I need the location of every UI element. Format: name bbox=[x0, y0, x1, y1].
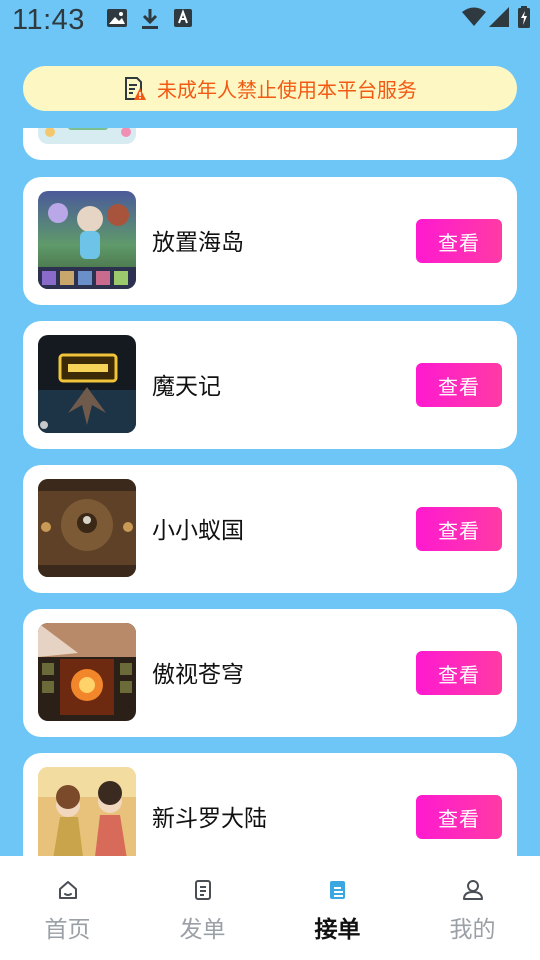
game-thumbnail bbox=[38, 191, 136, 289]
order-doc-icon bbox=[193, 878, 213, 902]
game-card-partial[interactable] bbox=[23, 128, 517, 160]
battery-icon bbox=[518, 6, 530, 32]
game-list[interactable]: 放置海岛 查看 魔天记 查看 小小蚁国 查看 傲视苍穹 查看 新斗罗大陆 查看 bbox=[0, 128, 540, 856]
image-icon bbox=[106, 8, 128, 32]
minor-warning-banner: 未成年人禁止使用本平台服务 bbox=[23, 66, 517, 111]
tab-mine[interactable]: 我的 bbox=[405, 856, 540, 960]
tab-home[interactable]: 首页 bbox=[0, 856, 135, 960]
game-card[interactable]: 小小蚁国 查看 bbox=[23, 465, 517, 593]
game-thumbnail bbox=[38, 335, 136, 433]
view-button[interactable]: 查看 bbox=[416, 795, 502, 839]
tab-label: 接单 bbox=[314, 917, 361, 943]
tab-label: 我的 bbox=[449, 917, 496, 943]
home-icon bbox=[57, 878, 79, 902]
game-card[interactable]: 放置海岛 查看 bbox=[23, 177, 517, 305]
game-name: 傲视苍穹 bbox=[152, 662, 244, 688]
view-button[interactable]: 查看 bbox=[416, 651, 502, 695]
status-bar: 11:43 bbox=[0, 0, 540, 44]
game-name: 小小蚁国 bbox=[152, 518, 244, 544]
game-thumbnail bbox=[38, 128, 136, 144]
status-time: 11:43 bbox=[12, 4, 85, 36]
game-card[interactable]: 新斗罗大陆 查看 bbox=[23, 753, 517, 856]
view-button[interactable]: 查看 bbox=[416, 363, 502, 407]
tab-post-order[interactable]: 发单 bbox=[135, 856, 270, 960]
game-name: 新斗罗大陆 bbox=[152, 806, 267, 832]
receive-order-icon bbox=[328, 878, 348, 902]
game-name: 魔天记 bbox=[152, 374, 221, 400]
game-thumbnail bbox=[38, 623, 136, 721]
view-button[interactable]: 查看 bbox=[416, 507, 502, 551]
game-card[interactable]: 魔天记 查看 bbox=[23, 321, 517, 449]
minor-warning-text: 未成年人禁止使用本平台服务 bbox=[157, 78, 417, 102]
user-icon bbox=[462, 878, 484, 902]
wifi-icon bbox=[462, 7, 486, 31]
game-name: 放置海岛 bbox=[152, 230, 244, 256]
game-card[interactable]: 傲视苍穹 查看 bbox=[23, 609, 517, 737]
bottom-tab-bar: 首页 发单 接单 我的 bbox=[0, 856, 540, 960]
tab-label: 首页 bbox=[44, 917, 91, 943]
font-icon bbox=[174, 8, 192, 32]
signal-icon bbox=[489, 7, 509, 31]
download-icon bbox=[140, 8, 160, 34]
game-thumbnail bbox=[38, 479, 136, 577]
game-thumbnail bbox=[38, 767, 136, 856]
tab-take-order[interactable]: 接单 bbox=[270, 856, 405, 960]
document-warning-icon bbox=[123, 76, 147, 102]
tab-label: 发单 bbox=[179, 917, 226, 943]
view-button[interactable]: 查看 bbox=[416, 219, 502, 263]
